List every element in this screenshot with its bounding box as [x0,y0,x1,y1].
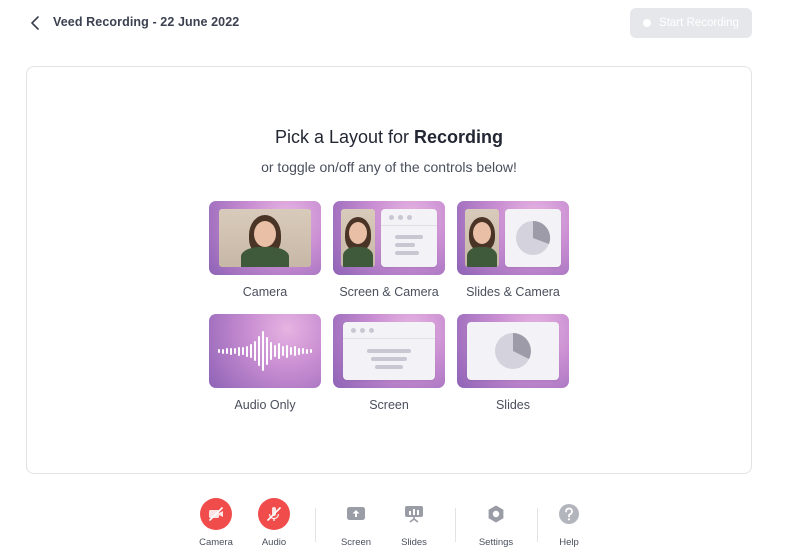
toolbar-slides-label: Slides [401,537,427,548]
toolbar-divider [537,508,538,542]
toolbar-screen-label: Screen [340,537,372,548]
gear-icon [488,505,504,523]
layout-camera-label: Camera [242,285,288,299]
layout-slides-label: Slides [495,398,531,412]
toolbar-screen-button[interactable]: Screen [331,498,381,548]
screen-window-preview [381,209,437,267]
layout-picker-card: Pick a Layout for Recording or toggle on… [26,66,752,474]
chevron-left-icon [31,16,39,30]
layout-slides-tile[interactable] [457,314,569,388]
audio-waveform-icon [217,330,313,372]
layout-camera-tile[interactable] [209,201,321,275]
start-recording-label: Start Recording [659,17,739,29]
screen-share-icon [347,507,365,520]
top-bar: Veed Recording - 22 June 2022 Start Reco… [0,0,800,48]
camera-preview-image [465,209,499,267]
record-dot-icon [643,19,652,27]
mic-off-icon [267,507,281,521]
layout-audio-only-tile[interactable] [209,314,321,388]
toolbar-settings-button[interactable]: Settings [471,498,521,548]
start-recording-button[interactable]: Start Recording [630,8,752,38]
toolbar-divider [455,508,456,542]
toolbar-divider [315,508,316,542]
camera-off-icon [209,507,223,521]
recording-title: Veed Recording - 22 June 2022 [53,15,240,29]
toolbar-camera-label: Camera [199,537,233,548]
page-subtitle: or toggle on/off any of the controls bel… [261,159,517,175]
pie-chart-icon [516,220,551,255]
slides-window-preview [467,322,559,380]
slides-window-preview [505,209,561,267]
camera-preview-image [219,209,311,267]
layout-screen-tile[interactable] [333,314,445,388]
toolbar-audio-button[interactable]: Audio [249,498,299,548]
camera-preview-image [341,209,375,267]
layout-screen-label: Screen [369,398,409,412]
toolbar-audio-label: Audio [261,537,287,548]
toolbar-help-button[interactable]: Help [544,498,594,548]
layout-slides-camera-label: Slides & Camera [466,285,560,299]
help-icon [559,504,579,524]
layout-screen-camera-tile[interactable] [333,201,445,275]
screen-window-preview [343,322,435,380]
toolbar-slides-button[interactable]: Slides [389,498,439,548]
layout-audio-only-label: Audio Only [234,398,296,412]
pie-chart-icon [495,333,531,369]
toolbar-settings-label: Settings [478,537,514,548]
toolbar-camera-button[interactable]: Camera [191,498,241,548]
back-button[interactable] [24,12,46,34]
page-title: Pick a Layout for Recording [274,127,504,147]
toolbar-help-label: Help [559,537,579,548]
slides-icon [405,506,423,523]
layout-screen-camera-label: Screen & Camera [339,285,439,299]
layout-slides-camera-tile[interactable] [457,201,569,275]
